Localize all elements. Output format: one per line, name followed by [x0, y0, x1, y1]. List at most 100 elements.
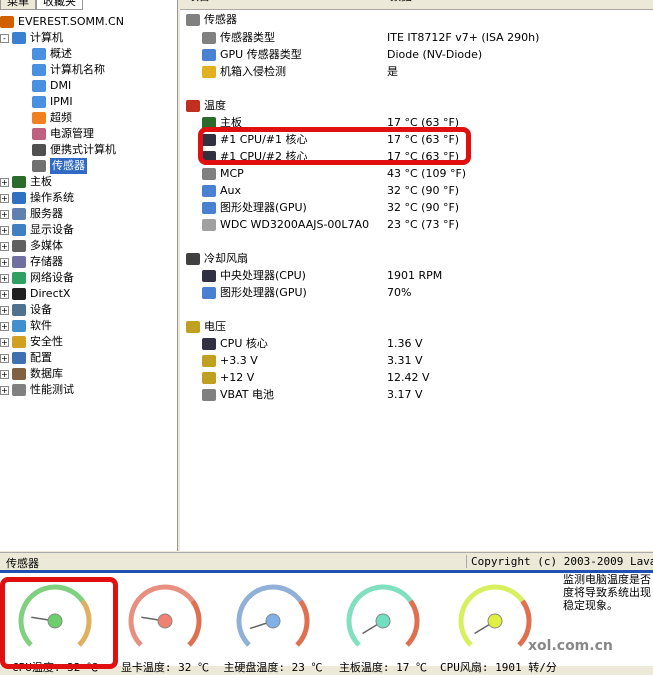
group-header[interactable]: 电压	[186, 318, 226, 335]
tree-item[interactable]: - 计算机	[0, 30, 63, 46]
tree-label: 电源管理	[50, 127, 94, 140]
expand-toggle[interactable]: +	[0, 385, 9, 395]
gauge-label: 主板温度: 17 ℃	[338, 661, 428, 674]
row-label: 电压	[204, 320, 226, 333]
gauge: CPU风扇: 1901 转/分	[440, 581, 557, 675]
expand-toggle[interactable]: +	[0, 241, 9, 251]
list-row[interactable]: 图形处理器(GPU)	[202, 199, 307, 216]
tree-item[interactable]: + 服务器	[0, 206, 63, 222]
tree-item[interactable]: 计算机名称	[32, 62, 105, 78]
gauge-label: CPU风扇: 1901 转/分	[440, 661, 557, 674]
expand-toggle[interactable]: +	[0, 273, 9, 283]
expand-toggle[interactable]: +	[0, 305, 9, 315]
red-highlight	[198, 127, 471, 165]
expand-toggle[interactable]: +	[0, 225, 9, 235]
tree-icon	[12, 224, 26, 236]
tree-item[interactable]: + 设备	[0, 302, 52, 318]
tree-item[interactable]: 便携式计算机	[32, 142, 116, 158]
list-row[interactable]: Aux	[202, 182, 241, 199]
expand-toggle[interactable]: +	[0, 337, 9, 347]
row-icon	[186, 99, 200, 112]
expand-toggle[interactable]: +	[0, 321, 9, 331]
row-label: 图形处理器(GPU)	[220, 201, 307, 214]
tab-favorites[interactable]: 收藏夹	[36, 0, 83, 10]
tree-label: DirectX	[30, 287, 71, 300]
group-header[interactable]: 温度	[186, 97, 226, 114]
tree-item[interactable]: + 配置	[0, 350, 52, 366]
tree-item[interactable]: + 网络设备	[0, 270, 74, 286]
gauge-hub	[265, 613, 281, 629]
tree-item[interactable]: DMI	[32, 78, 71, 94]
list-row[interactable]: CPU 核心	[202, 335, 268, 352]
tree-item[interactable]: EVEREST.SOMM.CN	[0, 14, 124, 30]
list-row[interactable]: +12 V	[202, 369, 254, 386]
tree-item[interactable]: 电源管理	[32, 126, 94, 142]
tree-icon	[0, 16, 14, 28]
tree-icon	[12, 208, 26, 220]
tree-item[interactable]: + 安全性	[0, 334, 63, 350]
tree-icon	[32, 160, 46, 172]
tree-item[interactable]: + 数据库	[0, 366, 63, 382]
tree-label: 存储器	[30, 255, 63, 268]
tree-item[interactable]: 概述	[32, 46, 72, 62]
row-icon	[186, 252, 200, 265]
expand-toggle[interactable]: +	[0, 353, 9, 363]
tree-icon	[12, 336, 26, 348]
row-icon	[202, 388, 216, 401]
group-header[interactable]: 传感器	[186, 11, 237, 28]
expand-toggle[interactable]: -	[0, 33, 9, 43]
list-row[interactable]: VBAT 电池	[202, 386, 274, 403]
tree-item[interactable]: + 显示设备	[0, 222, 74, 238]
list-row[interactable]: MCP	[202, 165, 244, 182]
list-row[interactable]: 图形处理器(GPU)	[202, 284, 307, 301]
tree-icon	[32, 64, 46, 76]
tab-menu[interactable]: 菜单	[0, 0, 36, 10]
tree-item[interactable]: + 多媒体	[0, 238, 63, 254]
row-label: VBAT 电池	[220, 388, 274, 401]
expand-toggle[interactable]: +	[0, 209, 9, 219]
row-value: 3.17 V	[387, 388, 423, 401]
group-header[interactable]: 冷却风扇	[186, 250, 248, 267]
row-icon	[202, 201, 216, 214]
list-header: 项目 数据	[180, 0, 653, 10]
tree-item[interactable]: 超频	[32, 110, 72, 126]
expand-toggle[interactable]: +	[0, 369, 9, 379]
list-row[interactable]: 中央处理器(CPU)	[202, 267, 306, 284]
row-value: 32 °C (90 °F)	[387, 201, 460, 214]
tree-item[interactable]: + 性能测试	[0, 382, 74, 398]
list-row[interactable]: 传感器类型	[202, 29, 275, 46]
expand-toggle[interactable]: +	[0, 289, 9, 299]
status-text: 传感器	[6, 557, 39, 570]
tree-item[interactable]: + 软件	[0, 318, 52, 334]
row-icon	[186, 320, 200, 333]
gauge-dial	[236, 584, 310, 647]
expand-toggle[interactable]: +	[0, 193, 9, 203]
tree-icon	[12, 176, 26, 188]
tree-icon	[12, 368, 26, 380]
tree-icon	[12, 192, 26, 204]
tree-item[interactable]: + DirectX	[0, 286, 70, 302]
tree-item[interactable]: + 主板	[0, 174, 52, 190]
expand-toggle[interactable]: +	[0, 177, 9, 187]
row-label: 温度	[204, 99, 226, 112]
list-row[interactable]: GPU 传感器类型	[202, 46, 302, 63]
tree-label: 便携式计算机	[50, 143, 116, 156]
tree-icon	[12, 272, 26, 284]
tree-item[interactable]: IPMI	[32, 94, 73, 110]
tree-item[interactable]: + 操作系统	[0, 190, 74, 206]
tree-icon	[32, 128, 46, 140]
row-label: GPU 传感器类型	[220, 48, 302, 61]
tree-icon	[12, 304, 26, 316]
list-row[interactable]: WDC WD3200AAJS-00L7A0	[202, 216, 369, 233]
row-icon	[202, 167, 216, 180]
row-value: 是	[387, 65, 398, 78]
tree-label: 计算机	[30, 31, 63, 44]
tree-item[interactable]: 传感器	[32, 158, 87, 174]
list-row[interactable]: +3.3 V	[202, 352, 258, 369]
row-icon	[202, 371, 216, 384]
tree-item[interactable]: + 存储器	[0, 254, 63, 270]
row-icon	[186, 13, 200, 26]
tree-icon	[12, 320, 26, 332]
expand-toggle[interactable]: +	[0, 257, 9, 267]
list-row[interactable]: 机箱入侵检测	[202, 63, 286, 80]
